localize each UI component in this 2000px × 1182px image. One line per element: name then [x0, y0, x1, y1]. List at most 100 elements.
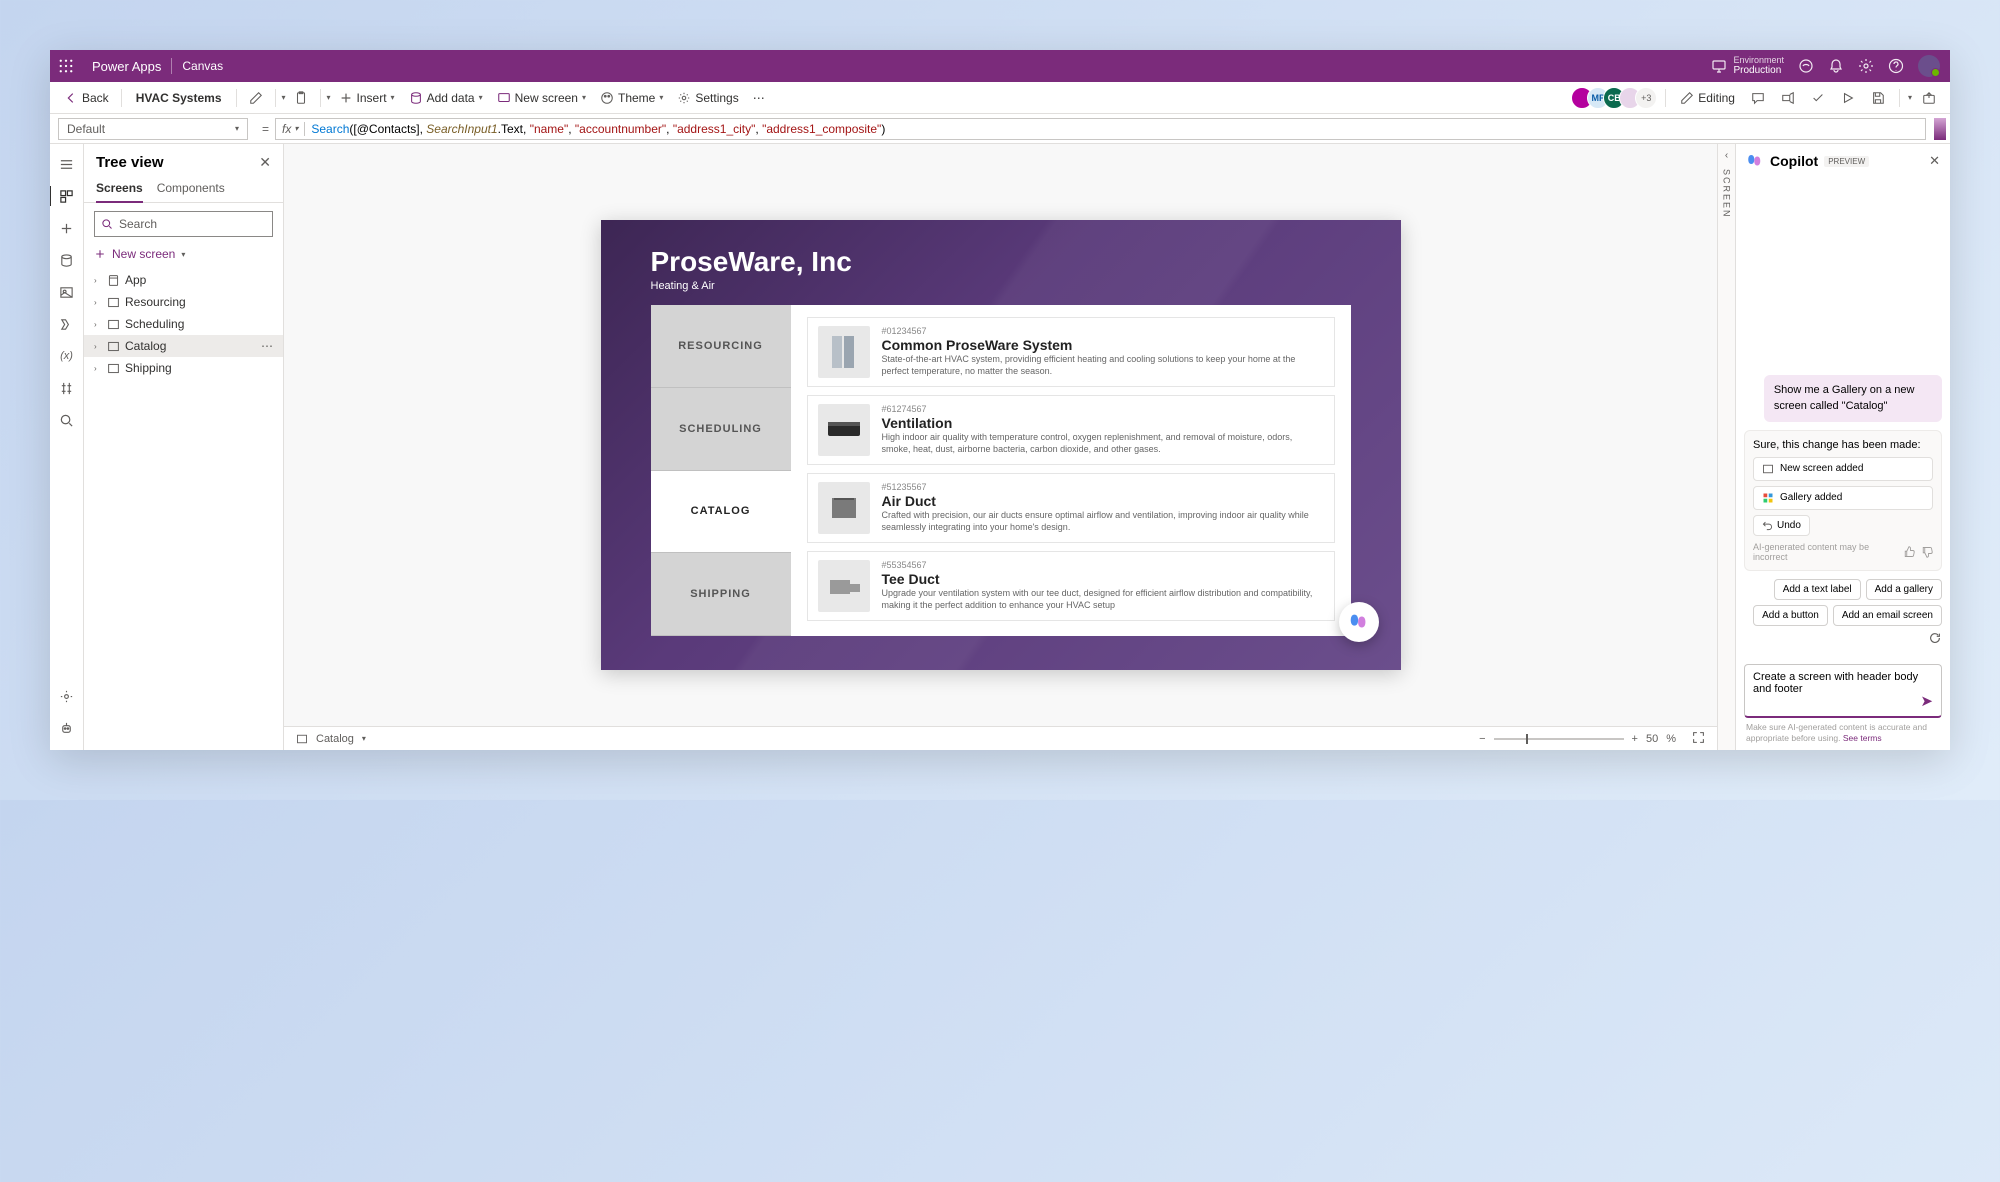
suggestion-button[interactable]: Add a gallery — [1866, 579, 1942, 600]
chevron-down-icon[interactable]: ▾ — [1908, 93, 1912, 102]
product-card[interactable]: #61274567VentilationHigh indoor air qual… — [807, 395, 1335, 465]
app-launcher[interactable] — [50, 59, 82, 73]
suggestion-button[interactable]: Add an email screen — [1833, 605, 1942, 626]
canvas-nav-catalog[interactable]: CATALOG — [651, 471, 791, 554]
chevron-down-icon[interactable]: ▾ — [327, 93, 331, 102]
suggestion-button[interactable]: Add a button — [1753, 605, 1828, 626]
copilot-fab[interactable] — [1339, 602, 1379, 642]
change-chip-screen[interactable]: New screen added — [1753, 457, 1933, 481]
format-color-strip[interactable] — [1934, 118, 1946, 140]
virtual-agent-button[interactable] — [53, 714, 81, 742]
app-name: HVAC Systems — [128, 91, 230, 105]
data-rail-button[interactable] — [53, 246, 81, 274]
copilot-header-icon[interactable] — [1798, 58, 1814, 74]
preview-button[interactable] — [1835, 87, 1861, 109]
advanced-tools-button[interactable] — [53, 374, 81, 402]
settings-button[interactable]: Settings — [671, 87, 744, 109]
tree-item-shipping[interactable]: ›Shipping — [84, 357, 283, 379]
more-button[interactable]: ⋯ — [747, 87, 772, 109]
thumbs-up-icon[interactable] — [1903, 546, 1915, 558]
save-button[interactable] — [1865, 87, 1891, 109]
share-button[interactable] — [1775, 87, 1801, 109]
equals-sign: = — [256, 122, 275, 136]
add-data-button[interactable]: Add data ▾ — [403, 87, 489, 109]
thumbs-down-icon[interactable] — [1921, 546, 1933, 558]
insert-rail-button[interactable] — [53, 214, 81, 242]
ai-disclaimer: AI-generated content may be incorrect — [1753, 542, 1903, 562]
user-avatar[interactable] — [1918, 55, 1940, 77]
close-panel-button[interactable]: ✕ — [259, 154, 271, 171]
separator — [1899, 89, 1900, 107]
tree-item-resourcing[interactable]: ›Resourcing — [84, 291, 283, 313]
send-button[interactable]: ➤ — [1920, 692, 1933, 710]
search-rail-button[interactable] — [53, 406, 81, 434]
help-icon[interactable] — [1888, 58, 1904, 74]
tree-search-input[interactable]: Search — [94, 211, 273, 237]
status-screen-name[interactable]: Catalog — [316, 733, 354, 745]
change-chip-gallery[interactable]: Gallery added — [1753, 486, 1933, 510]
canvas-nav-scheduling[interactable]: SCHEDULING — [651, 388, 791, 471]
canvas[interactable]: ProseWare, Inc Heating & Air RESOURCINGS… — [601, 220, 1401, 670]
new-screen-button[interactable]: New screen ▾ — [491, 87, 592, 109]
tree-item-app[interactable]: ›App — [84, 269, 283, 291]
chevron-right-icon: › — [94, 364, 102, 373]
canvas-company-title: ProseWare, Inc — [651, 246, 852, 278]
checker-button[interactable] — [1805, 87, 1831, 109]
screen-icon — [497, 91, 511, 105]
undo-button[interactable]: Undo — [1753, 515, 1810, 536]
tab-screens[interactable]: Screens — [96, 175, 143, 203]
environment-picker[interactable]: Environment Production — [1733, 56, 1784, 77]
chevron-down-icon[interactable]: ▾ — [362, 734, 366, 743]
media-rail-button[interactable] — [53, 278, 81, 306]
properties-panel-label[interactable]: SCREEN — [1722, 169, 1732, 219]
publish-button[interactable] — [1916, 87, 1942, 109]
separator — [1665, 89, 1666, 107]
new-screen-button[interactable]: New screen ▾ — [94, 247, 273, 261]
property-dropdown[interactable]: Default ▾ — [58, 118, 248, 140]
bot-icon — [59, 721, 74, 736]
theme-button[interactable]: Theme ▾ — [594, 87, 669, 109]
expand-properties-button[interactable]: ‹ — [1725, 150, 1728, 161]
close-copilot-button[interactable]: ✕ — [1929, 153, 1940, 169]
zoom-slider[interactable] — [1494, 738, 1624, 740]
notifications-icon[interactable] — [1828, 58, 1844, 74]
chevron-down-icon[interactable]: ▾ — [282, 93, 286, 102]
zoom-in-button[interactable]: + — [1632, 733, 1638, 745]
fx-button[interactable]: fx▾ — [276, 122, 305, 136]
back-button[interactable]: Back — [58, 87, 115, 109]
copilot-icon — [1348, 611, 1370, 633]
product-card[interactable]: #51235567Air DuctCrafted with precision,… — [807, 473, 1335, 543]
comments-button[interactable] — [1745, 87, 1771, 109]
paste-button[interactable] — [288, 87, 314, 109]
product-thumbnail — [818, 560, 870, 612]
see-terms-link[interactable]: See terms — [1843, 733, 1882, 743]
refresh-suggestions-button[interactable] — [1928, 631, 1942, 650]
edit-menu-button[interactable] — [243, 87, 269, 109]
product-card[interactable]: #01234567Common ProseWare SystemState-of… — [807, 317, 1335, 387]
editing-mode-button[interactable]: Editing — [1674, 87, 1741, 109]
formula-input[interactable]: Search([@Contacts], SearchInput1.Text, "… — [305, 122, 1925, 136]
variables-rail-button[interactable]: (x) — [53, 342, 81, 370]
tree-item-scheduling[interactable]: ›Scheduling — [84, 313, 283, 335]
canvas-nav-resourcing[interactable]: RESOURCING — [651, 305, 791, 388]
tree-view-button[interactable] — [53, 182, 81, 210]
settings-rail-button[interactable] — [53, 682, 81, 710]
product-card[interactable]: #55354567Tee DuctUpgrade your ventilatio… — [807, 551, 1335, 621]
tab-components[interactable]: Components — [157, 175, 225, 202]
tree-item-catalog[interactable]: ›Catalog⋯ — [84, 335, 283, 357]
app-type: Canvas — [172, 59, 233, 73]
copilot-input[interactable]: Create a screen with header body and foo… — [1744, 664, 1942, 718]
product-name[interactable]: Power Apps — [82, 59, 171, 74]
settings-icon[interactable] — [1858, 58, 1874, 74]
insert-button[interactable]: Insert ▾ — [333, 87, 401, 109]
power-automate-rail-button[interactable] — [53, 310, 81, 338]
zoom-out-button[interactable]: − — [1479, 733, 1485, 745]
environment-icon — [1711, 58, 1727, 74]
presence-avatars[interactable]: MPCB+3 — [1577, 87, 1657, 109]
canvas-nav-shipping[interactable]: SHIPPING — [651, 553, 791, 636]
presence-more[interactable]: +3 — [1635, 87, 1657, 109]
hamburger-button[interactable] — [53, 150, 81, 178]
fit-to-window-button[interactable] — [1692, 731, 1705, 747]
more-icon[interactable]: ⋯ — [261, 339, 273, 353]
suggestion-button[interactable]: Add a text label — [1774, 579, 1861, 600]
